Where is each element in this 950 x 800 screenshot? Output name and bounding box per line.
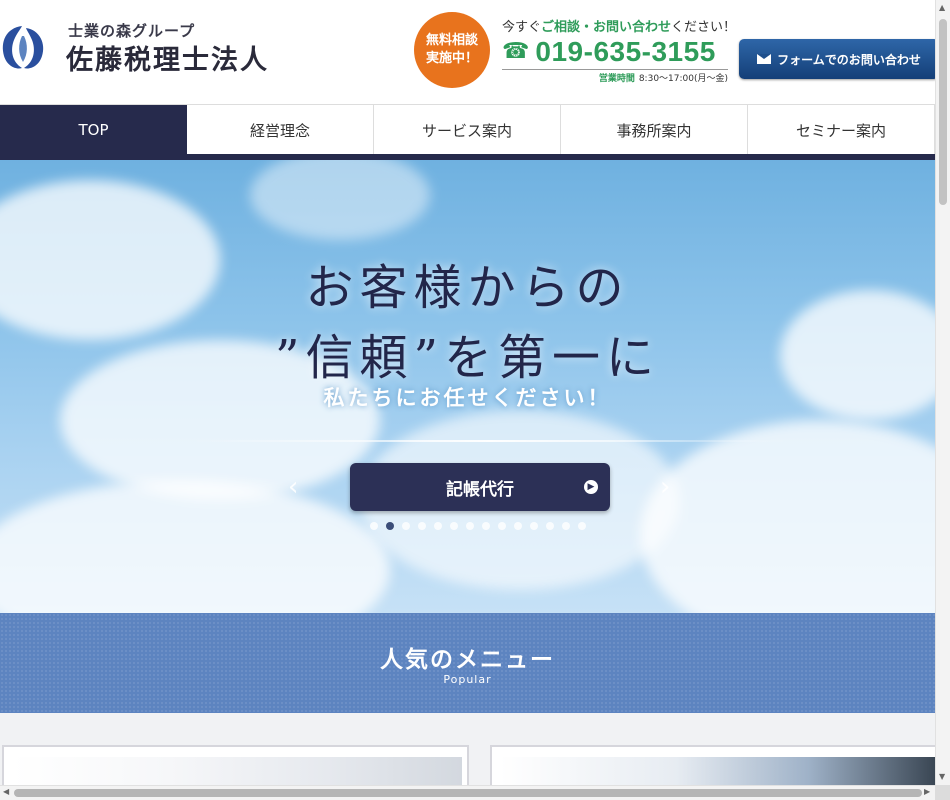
logo-mark-icon[interactable] bbox=[0, 22, 46, 72]
mail-icon bbox=[757, 54, 772, 64]
cloud-decoration bbox=[640, 420, 935, 613]
contact-lead-post: ください！ bbox=[671, 20, 737, 35]
popular-cards-area bbox=[0, 713, 937, 795]
hero-headline-line2: ”信頼”を第一に bbox=[274, 330, 661, 386]
slider-dot[interactable] bbox=[434, 522, 442, 530]
chevron-right-icon[interactable]: › bbox=[660, 472, 670, 502]
hours-label: 営業時間 bbox=[598, 74, 635, 84]
slider-dot[interactable] bbox=[450, 522, 458, 530]
slider-dot[interactable] bbox=[418, 522, 426, 530]
business-hours: 営業時間 8:30～17:00(月～金) bbox=[502, 69, 728, 84]
nav-item-services[interactable]: サービス案内 bbox=[374, 105, 561, 155]
main-nav: TOP 経営理念 サービス案内 事務所案内 セミナー案内 bbox=[0, 104, 935, 155]
logo-title[interactable]: 佐藤税理士法人 bbox=[66, 38, 269, 77]
contact-lead-highlight: ご相談・お問い合わせ bbox=[541, 20, 672, 35]
slider-dot[interactable] bbox=[498, 522, 506, 530]
horizontal-scroll-thumb[interactable] bbox=[14, 789, 922, 797]
slider-dot[interactable] bbox=[402, 522, 410, 530]
nav-item-philosophy[interactable]: 経営理念 bbox=[187, 105, 374, 155]
nav-item-top[interactable]: TOP bbox=[0, 105, 187, 155]
slider-dot[interactable] bbox=[514, 522, 522, 530]
badge-line2: 実施中！ bbox=[425, 51, 478, 66]
slider-dot-active[interactable] bbox=[386, 522, 394, 530]
slider-dot[interactable] bbox=[530, 522, 538, 530]
popular-menu-header: 人気のメニュー Popular bbox=[0, 613, 935, 713]
vertical-scroll-thumb[interactable] bbox=[939, 19, 947, 205]
chevron-left-icon[interactable]: ‹ bbox=[288, 472, 298, 502]
scroll-right-icon[interactable]: ▶ bbox=[924, 787, 930, 796]
slide-link-button-label: 記帳代行 bbox=[446, 479, 514, 500]
contact-form-button[interactable]: フォームでのお問い合わせ bbox=[739, 39, 939, 79]
slider-dot[interactable] bbox=[482, 522, 490, 530]
hero-slider: お客様からの ”信頼”を第一に 私たちにお任せください！ ‹ 記帳代行 ▶ › bbox=[0, 160, 935, 613]
scroll-down-icon[interactable]: ▼ bbox=[939, 772, 945, 781]
arrow-right-circle-icon: ▶ bbox=[584, 480, 598, 494]
hero-divider bbox=[190, 440, 790, 442]
hours-value: 8:30～17:00(月～金) bbox=[638, 74, 728, 84]
slider-dot[interactable] bbox=[466, 522, 474, 530]
slider-pagination bbox=[370, 522, 594, 530]
contact-lead-text: 今すぐご相談・お問い合わせください！ bbox=[502, 16, 736, 35]
free-consultation-badge: 無料相談 実施中！ bbox=[414, 12, 490, 88]
slider-dot[interactable] bbox=[546, 522, 554, 530]
scroll-up-icon[interactable]: ▲ bbox=[939, 3, 945, 12]
scroll-left-icon[interactable]: ◀ bbox=[3, 787, 9, 796]
scrollbar-corner bbox=[935, 785, 950, 800]
vertical-scrollbar[interactable]: ▲ ▼ bbox=[935, 0, 950, 785]
cloud-decoration bbox=[250, 160, 430, 240]
slide-link-button[interactable]: 記帳代行 ▶ bbox=[350, 463, 610, 511]
phone-icon: ☎ bbox=[502, 39, 530, 64]
contact-form-button-label: フォームでのお問い合わせ bbox=[777, 52, 921, 67]
popular-subtitle: Popular bbox=[443, 673, 492, 686]
hero-subheadline: 私たちにお任せください！ bbox=[323, 386, 612, 410]
nav-item-office[interactable]: 事務所案内 bbox=[561, 105, 748, 155]
slider-dot[interactable] bbox=[370, 522, 378, 530]
slider-dot[interactable] bbox=[578, 522, 586, 530]
phone-number-row[interactable]: ☎ 019-635-3155 bbox=[502, 36, 716, 68]
badge-line1: 無料相談 bbox=[425, 33, 478, 48]
horizontal-scrollbar[interactable]: ◀ ▶ bbox=[0, 785, 935, 800]
phone-number[interactable]: 019-635-3155 bbox=[535, 36, 715, 68]
site-header: 士業の森グループ 佐藤税理士法人 無料相談 実施中！ 今すぐご相談・お問い合わせ… bbox=[0, 0, 939, 104]
popular-title: 人気のメニュー bbox=[380, 647, 555, 673]
hero-headline-line1: お客様からの bbox=[305, 260, 630, 316]
nav-item-seminar[interactable]: セミナー案内 bbox=[748, 105, 935, 155]
cloud-decoration bbox=[0, 480, 390, 613]
slider-dot[interactable] bbox=[562, 522, 570, 530]
contact-lead-pre: 今すぐ bbox=[502, 20, 542, 35]
